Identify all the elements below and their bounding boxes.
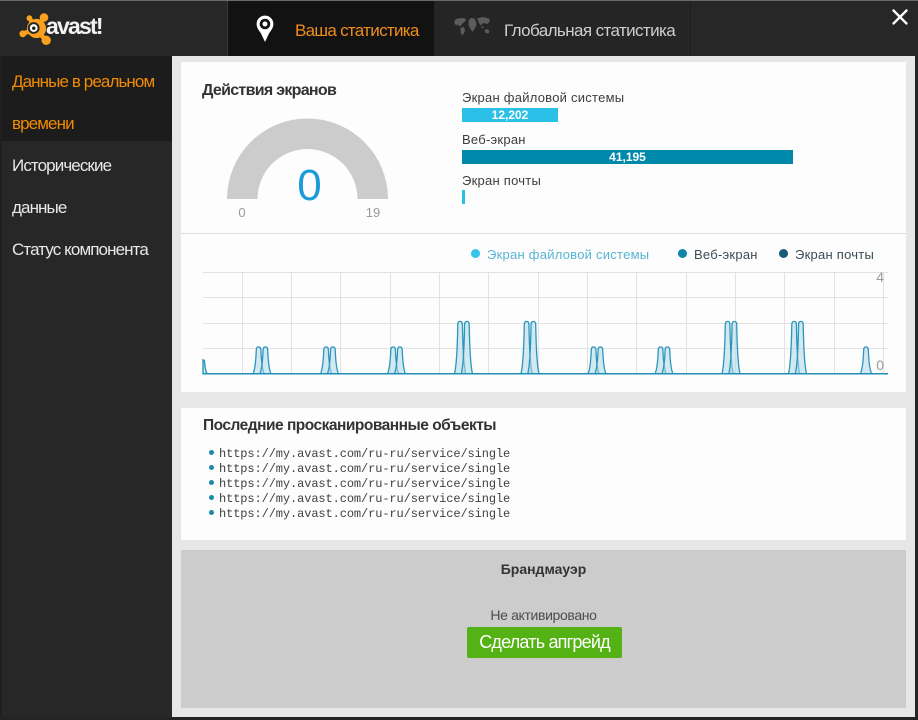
svg-text:avast!: avast! <box>46 13 102 39</box>
